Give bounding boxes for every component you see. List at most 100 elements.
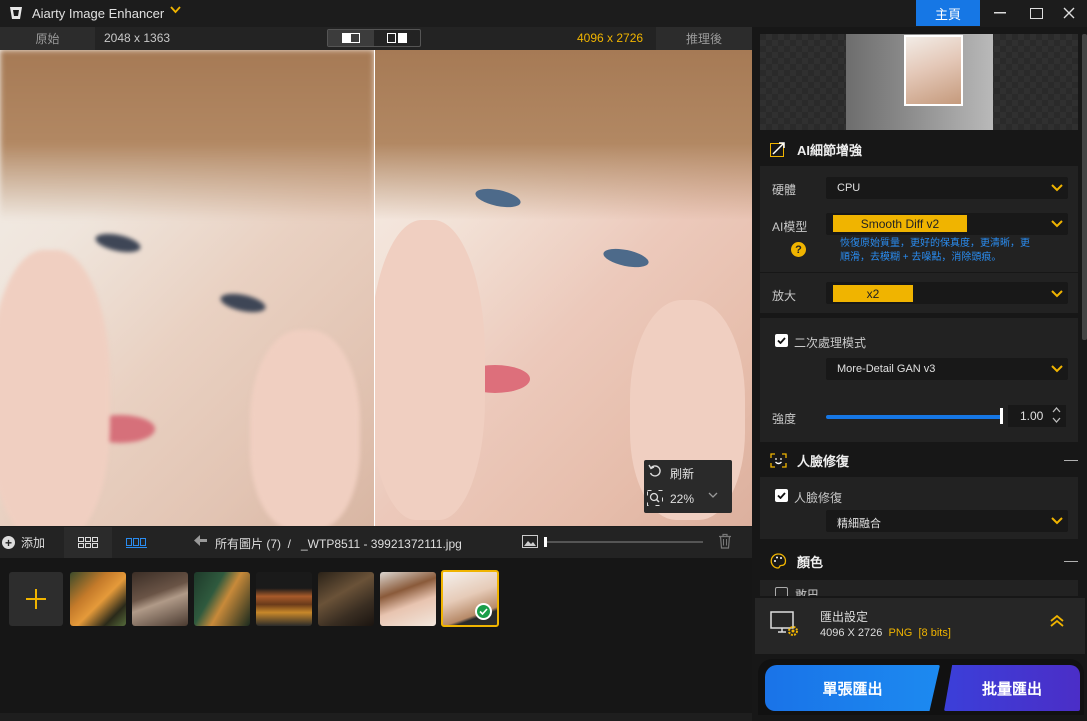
face-restore-label: 人臉修復 xyxy=(794,491,843,505)
face-section-header[interactable]: 人臉修復 xyxy=(760,446,1078,474)
plus-icon xyxy=(26,589,46,609)
app-window: Aiarty Image Enhancer 主頁 原始 2048 x 1363 … xyxy=(0,0,1087,721)
ai-model-description: 恢復原始質量，更好的保真度，更清晰，更順滑，去模糊 + 去噪點，消除頭痕。 xyxy=(840,238,1030,263)
breadcrumb: 所有圖片 (7) / _WTP8511 - 39921372111.jpg xyxy=(215,537,462,551)
thumbnail-burger[interactable] xyxy=(256,572,312,626)
zoom-value[interactable]: 22% xyxy=(670,492,694,506)
maximize-button[interactable] xyxy=(1018,0,1054,26)
color-section-title: 顏色 xyxy=(797,554,824,570)
minimize-icon xyxy=(994,12,1006,14)
hardware-value: CPU xyxy=(837,182,861,194)
second-pass-checkbox[interactable] xyxy=(775,334,788,347)
thumbnail-forest[interactable] xyxy=(194,572,250,626)
split-view-icon xyxy=(342,33,360,43)
compare-divider[interactable] xyxy=(374,50,375,526)
color-group: 敢巴 xyxy=(760,580,1078,596)
export-bit-depth: [8 bits] xyxy=(918,627,951,639)
zoom-icon xyxy=(647,490,663,506)
grid-view-button[interactable] xyxy=(64,527,112,558)
original-image[interactable] xyxy=(0,50,374,526)
chevron-down-icon[interactable] xyxy=(170,5,181,17)
minimize-button[interactable] xyxy=(982,0,1018,26)
view-mode-toggle[interactable] xyxy=(327,29,421,47)
collapse-icon[interactable]: — xyxy=(1064,451,1078,467)
side-by-side-button[interactable] xyxy=(374,30,420,46)
output-size: 4096 x 2726 xyxy=(577,31,644,45)
thumbnail-size-slider-handle[interactable] xyxy=(544,537,547,547)
check-icon xyxy=(475,603,492,620)
home-button[interactable]: 主頁 xyxy=(916,0,980,26)
single-export-button[interactable]: 單張匯出 xyxy=(765,665,940,711)
double-chevron-up-icon[interactable] xyxy=(1050,614,1064,631)
add-image-button[interactable] xyxy=(9,572,63,626)
app-logo-icon xyxy=(10,7,22,19)
export-settings-title: 匯出設定 xyxy=(820,610,869,624)
chevron-down-icon xyxy=(1051,517,1063,525)
scale-value: x2 xyxy=(833,285,913,302)
chevron-down-icon xyxy=(1051,220,1063,228)
thumbnail-tiger[interactable] xyxy=(70,572,126,626)
collapse-icon[interactable]: — xyxy=(1064,552,1078,568)
face-restore-checkbox[interactable] xyxy=(775,489,788,502)
ai-model-value: Smooth Diff v2 xyxy=(833,215,967,232)
strength-slider[interactable] xyxy=(826,415,1002,419)
export-settings-icon xyxy=(770,611,798,636)
second-pass-model-value: More-Detail GAN v3 xyxy=(837,363,936,375)
add-label: 添加 xyxy=(21,536,46,550)
strip-icon xyxy=(125,537,147,548)
palette-icon xyxy=(770,553,787,569)
strength-slider-handle[interactable] xyxy=(1000,408,1003,424)
export-settings-summary: 4096 X 2726 PNG [8 bits] xyxy=(820,627,951,639)
refresh-icon[interactable] xyxy=(648,464,662,478)
app-title: Aiarty Image Enhancer xyxy=(32,6,165,21)
thumbnail-dog[interactable] xyxy=(318,572,374,626)
ai-model-label: AI模型 xyxy=(772,220,808,234)
chevron-down-icon xyxy=(1051,365,1063,373)
close-button[interactable] xyxy=(1051,0,1087,26)
face-mode-value: 精細融合 xyxy=(837,518,881,530)
thumbnail-selected[interactable] xyxy=(441,570,499,627)
enhance-icon xyxy=(770,142,785,157)
plus-icon: + xyxy=(2,536,15,550)
color-option-label: 敢巴 xyxy=(795,588,820,596)
chevron-down-icon xyxy=(1051,290,1063,298)
help-icon[interactable]: ? xyxy=(791,242,806,257)
refresh-label[interactable]: 刷新 xyxy=(670,465,694,482)
side-by-side-icon-left xyxy=(387,33,396,43)
after-label: 推理後 xyxy=(656,27,752,50)
ai-detail-section-header[interactable]: AI細節增強 xyxy=(760,135,1078,163)
ai-detail-section-title: AI細節增強 xyxy=(797,142,863,158)
chevron-down-icon xyxy=(1051,184,1063,192)
strip-view-button[interactable] xyxy=(112,527,160,558)
grid-icon xyxy=(77,537,98,548)
add-button[interactable]: + 添加 xyxy=(0,527,64,558)
color-section-header[interactable]: 顏色 xyxy=(760,547,1078,575)
split-view-button[interactable] xyxy=(328,30,374,46)
export-settings[interactable] xyxy=(755,598,1085,654)
hardware-dropdown[interactable] xyxy=(826,177,1068,199)
navigator-viewport[interactable] xyxy=(904,35,963,106)
image-size-icon xyxy=(522,535,538,548)
export-dimensions: 4096 X 2726 xyxy=(820,627,883,639)
thumbnail-portrait[interactable] xyxy=(380,572,436,626)
spinner-icon xyxy=(1052,407,1061,423)
original-label: 原始 xyxy=(0,27,95,50)
thumbnail-butterfly[interactable] xyxy=(132,572,188,626)
scale-label: 放大 xyxy=(772,289,797,303)
hardware-label: 硬體 xyxy=(772,183,797,197)
thumbnail-size-slider[interactable] xyxy=(545,541,703,543)
strength-spinner[interactable] xyxy=(1052,406,1061,426)
enhanced-image[interactable] xyxy=(375,50,752,526)
close-icon xyxy=(1063,7,1075,19)
original-size: 2048 x 1363 xyxy=(104,31,171,45)
color-checkbox[interactable] xyxy=(775,587,788,596)
back-arrow-icon[interactable] xyxy=(194,535,207,549)
second-pass-label: 二次處理模式 xyxy=(794,336,867,350)
chevron-down-icon[interactable] xyxy=(708,491,718,502)
maximize-icon xyxy=(1029,7,1043,19)
batch-export-button[interactable]: 批量匯出 xyxy=(944,665,1080,711)
export-format: PNG xyxy=(888,627,913,639)
trash-icon[interactable] xyxy=(717,533,733,549)
face-icon xyxy=(770,452,787,468)
panel-scrollbar[interactable] xyxy=(1082,34,1087,340)
